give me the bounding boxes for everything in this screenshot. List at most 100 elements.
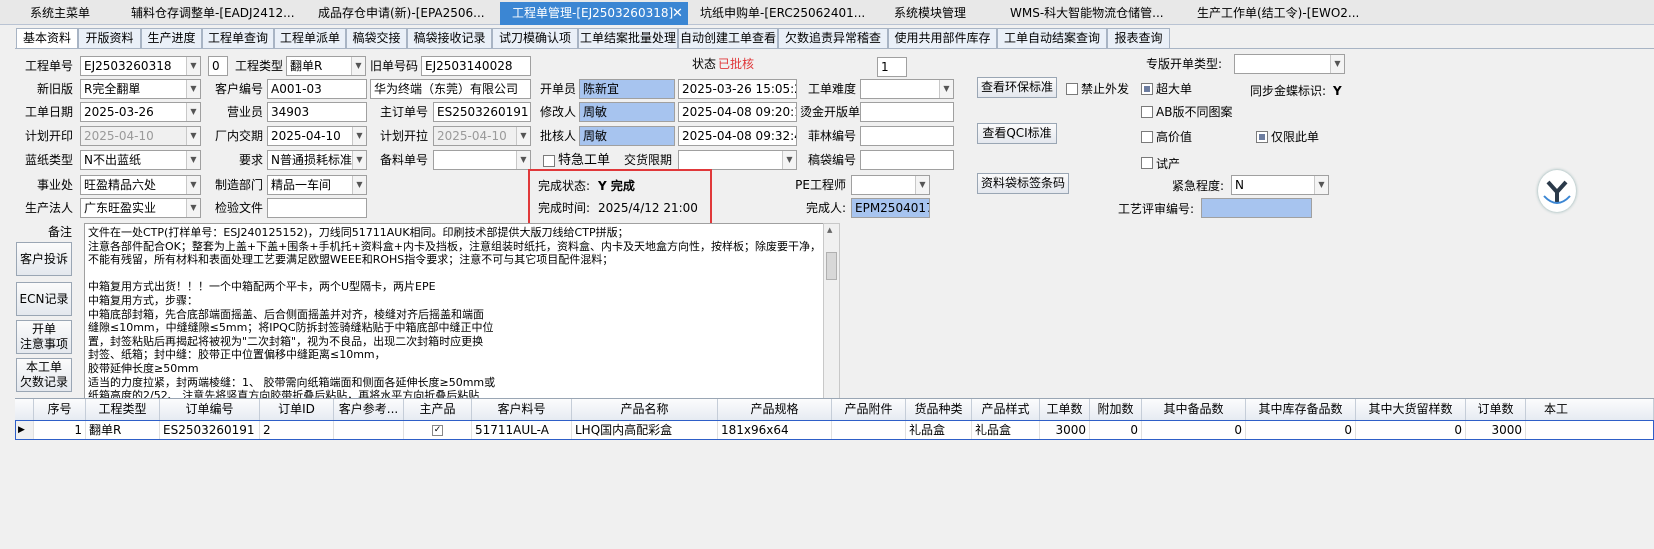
chevron-down-icon[interactable]: ▼ — [1330, 55, 1344, 73]
customer-code-field[interactable]: A001-03 — [267, 79, 367, 99]
window-tab-wms[interactable]: WMS-科大智能物流仓储管... — [1006, 2, 1182, 25]
chevron-down-icon[interactable]: ▼ — [186, 151, 200, 169]
remarks-textarea[interactable]: 文件在一处CTP(打样单号：ESJ240125152)，刀线同51711AUK相… — [84, 223, 825, 408]
approver-field[interactable]: 周敏 — [579, 126, 675, 146]
col-header[interactable]: 货品种类 — [906, 399, 972, 420]
date-field[interactable]: 2025-03-26 ▼ — [80, 102, 201, 122]
sales-field[interactable]: 34903 — [267, 102, 367, 122]
dept-select[interactable]: 精品一车间 ▼ — [267, 175, 367, 195]
seq-field[interactable]: 0 — [208, 56, 228, 76]
col-header[interactable]: 客户料号 — [472, 399, 572, 420]
chevron-down-icon[interactable]: ▼ — [186, 103, 200, 121]
col-header[interactable]: 订单ID — [260, 399, 334, 420]
deadline-field[interactable]: ▼ — [678, 150, 797, 170]
window-tab-paper-purchase[interactable]: 坑纸申购单-[ERC25062401... — [696, 2, 876, 25]
super-big-checkbox[interactable] — [1141, 83, 1153, 95]
col-header[interactable]: 其中库存备品数 — [1246, 399, 1356, 420]
tab-die-confirm[interactable]: 试刀模确认项 — [492, 28, 578, 49]
window-tab-main-menu[interactable]: 系统主菜单 — [26, 2, 118, 25]
draft-field[interactable] — [860, 150, 954, 170]
plan-open-field[interactable]: 2025-04-10 ▼ — [433, 126, 531, 146]
modifier-field[interactable]: 周敏 — [579, 102, 675, 122]
col-header[interactable]: 产品附件 — [832, 399, 906, 420]
tab-bag-handover[interactable]: 稿袋交接 — [346, 28, 407, 49]
chevron-down-icon[interactable]: ▼ — [782, 151, 796, 169]
modify-time-field[interactable]: 2025-04-08 09:20:18 — [678, 102, 797, 122]
hotstamp-field[interactable] — [860, 102, 954, 122]
no-outsource-checkbox[interactable] — [1066, 83, 1078, 95]
tab-auto-create[interactable]: 自动创建工单查看 — [678, 28, 778, 49]
customer-complaint-button[interactable]: 客户投诉 — [16, 242, 72, 276]
tab-shortage-audit[interactable]: 欠数追责异常稽查 — [778, 28, 888, 49]
chevron-down-icon[interactable]: ▼ — [186, 127, 200, 145]
pe-select[interactable]: ▼ — [851, 175, 930, 195]
col-header[interactable]: 工程类型 — [86, 399, 160, 420]
col-header[interactable]: 其中大货留样数 — [1356, 399, 1466, 420]
chevron-down-icon[interactable]: ▼ — [186, 57, 200, 75]
app-logo-icon[interactable] — [1538, 170, 1576, 212]
col-header[interactable]: 工单数 — [1040, 399, 1090, 420]
tab-basic-info[interactable]: 基本资料 — [16, 28, 78, 49]
main-order-field[interactable]: ES2503260191 — [433, 102, 531, 122]
col-header[interactable]: 产品规格 — [718, 399, 832, 420]
scroll-thumb[interactable] — [826, 252, 837, 280]
blueprint-select[interactable]: N不出蓝纸 ▼ — [80, 150, 201, 170]
approve-time-field[interactable]: 2025-04-08 09:32:40 — [678, 126, 797, 146]
legal-select[interactable]: 广东旺盈实业 ▼ — [80, 198, 201, 218]
customer-name-field[interactable]: 华为终端（东莞）有限公司 — [370, 79, 531, 99]
qci-standard-button[interactable]: 查看QCI标准 — [977, 123, 1057, 144]
chevron-down-icon[interactable]: ▼ — [915, 176, 929, 194]
chevron-down-icon[interactable]: ▼ — [939, 80, 953, 98]
tab-job-query[interactable]: 工程单查询 — [202, 28, 274, 49]
env-standard-button[interactable]: 查看环保标准 — [977, 77, 1057, 98]
tab-shared-parts[interactable]: 使用共用部件库存 — [888, 28, 997, 49]
material-select[interactable]: ▼ — [433, 150, 531, 170]
tab-job-dispatch[interactable]: 工程单派单 — [274, 28, 346, 49]
job-no-field[interactable]: EJ2503260318 ▼ — [80, 56, 201, 76]
remarks-scrollbar[interactable]: ▲ — [823, 223, 840, 408]
col-header[interactable]: 客户参考... — [334, 399, 404, 420]
window-tab-work-order[interactable]: 生产工作单(结工令)-[EWO2... — [1193, 2, 1373, 25]
col-header[interactable]: 产品名称 — [572, 399, 718, 420]
col-header[interactable]: 产品样式 — [972, 399, 1040, 420]
col-header[interactable]: 主产品 — [404, 399, 472, 420]
factory-due-field[interactable]: 2025-04-10 ▼ — [267, 126, 367, 146]
chevron-down-icon[interactable]: ▼ — [352, 176, 366, 194]
tab-reports[interactable]: 报表查询 — [1107, 28, 1170, 49]
window-tab-finished-storage[interactable]: 成品存仓申请(新)-[EPA2506... — [314, 2, 494, 25]
tab-batch-close[interactable]: 工单结案批量处理 — [578, 28, 678, 49]
col-header[interactable]: 附加数 — [1090, 399, 1142, 420]
col-header[interactable]: 序号 — [34, 399, 86, 420]
job-type-select[interactable]: 翻单R ▼ — [286, 56, 366, 76]
window-tab-job-management[interactable]: 工程单管理-[EJ2503260318] ✕ — [500, 2, 688, 25]
window-tab-aux-adjust[interactable]: 辅料仓存调整单-[EADJ2412... — [127, 2, 307, 25]
shortage-record-button[interactable]: 本工单 欠数记录 — [16, 358, 72, 392]
chevron-down-icon[interactable]: ▼ — [1314, 176, 1328, 194]
only-once-checkbox[interactable] — [1256, 131, 1268, 143]
open-time-field[interactable]: 2025-03-26 15:05:23 — [678, 79, 797, 99]
col-header[interactable]: 其中备品数 — [1142, 399, 1246, 420]
status-number[interactable]: 1 — [877, 57, 907, 77]
chevron-down-icon[interactable]: ▼ — [351, 57, 365, 75]
tab-progress[interactable]: 生产进度 — [141, 28, 202, 49]
chevron-down-icon[interactable]: ▼ — [352, 127, 366, 145]
bag-barcode-button[interactable]: 资料袋标签条码 — [977, 173, 1069, 194]
high-value-checkbox[interactable] — [1141, 131, 1153, 143]
chevron-down-icon[interactable]: ▼ — [186, 80, 200, 98]
film-field[interactable] — [860, 126, 954, 146]
col-header[interactable]: 订单编号 — [160, 399, 260, 420]
urgency-select[interactable]: N ▼ — [1231, 175, 1329, 195]
chevron-down-icon[interactable]: ▼ — [516, 127, 530, 145]
new-old-select[interactable]: R完全翻單 ▼ — [80, 79, 201, 99]
ecn-record-button[interactable]: ECN记录 — [16, 282, 72, 316]
inspect-field[interactable] — [267, 198, 367, 218]
tab-auto-close-query[interactable]: 工单自动结案查询 — [997, 28, 1107, 49]
col-header[interactable]: 订单数 — [1466, 399, 1526, 420]
chevron-down-icon[interactable]: ▼ — [186, 176, 200, 194]
old-no-field[interactable]: EJ2503140028 — [421, 56, 531, 76]
review-field[interactable] — [1201, 198, 1312, 218]
done-by-field[interactable]: EPM25040178 — [851, 198, 930, 218]
difficulty-select[interactable]: ▼ — [860, 79, 954, 99]
tab-plate-info[interactable]: 开版资料 — [78, 28, 141, 49]
special-type-select[interactable]: ▼ — [1234, 54, 1345, 74]
